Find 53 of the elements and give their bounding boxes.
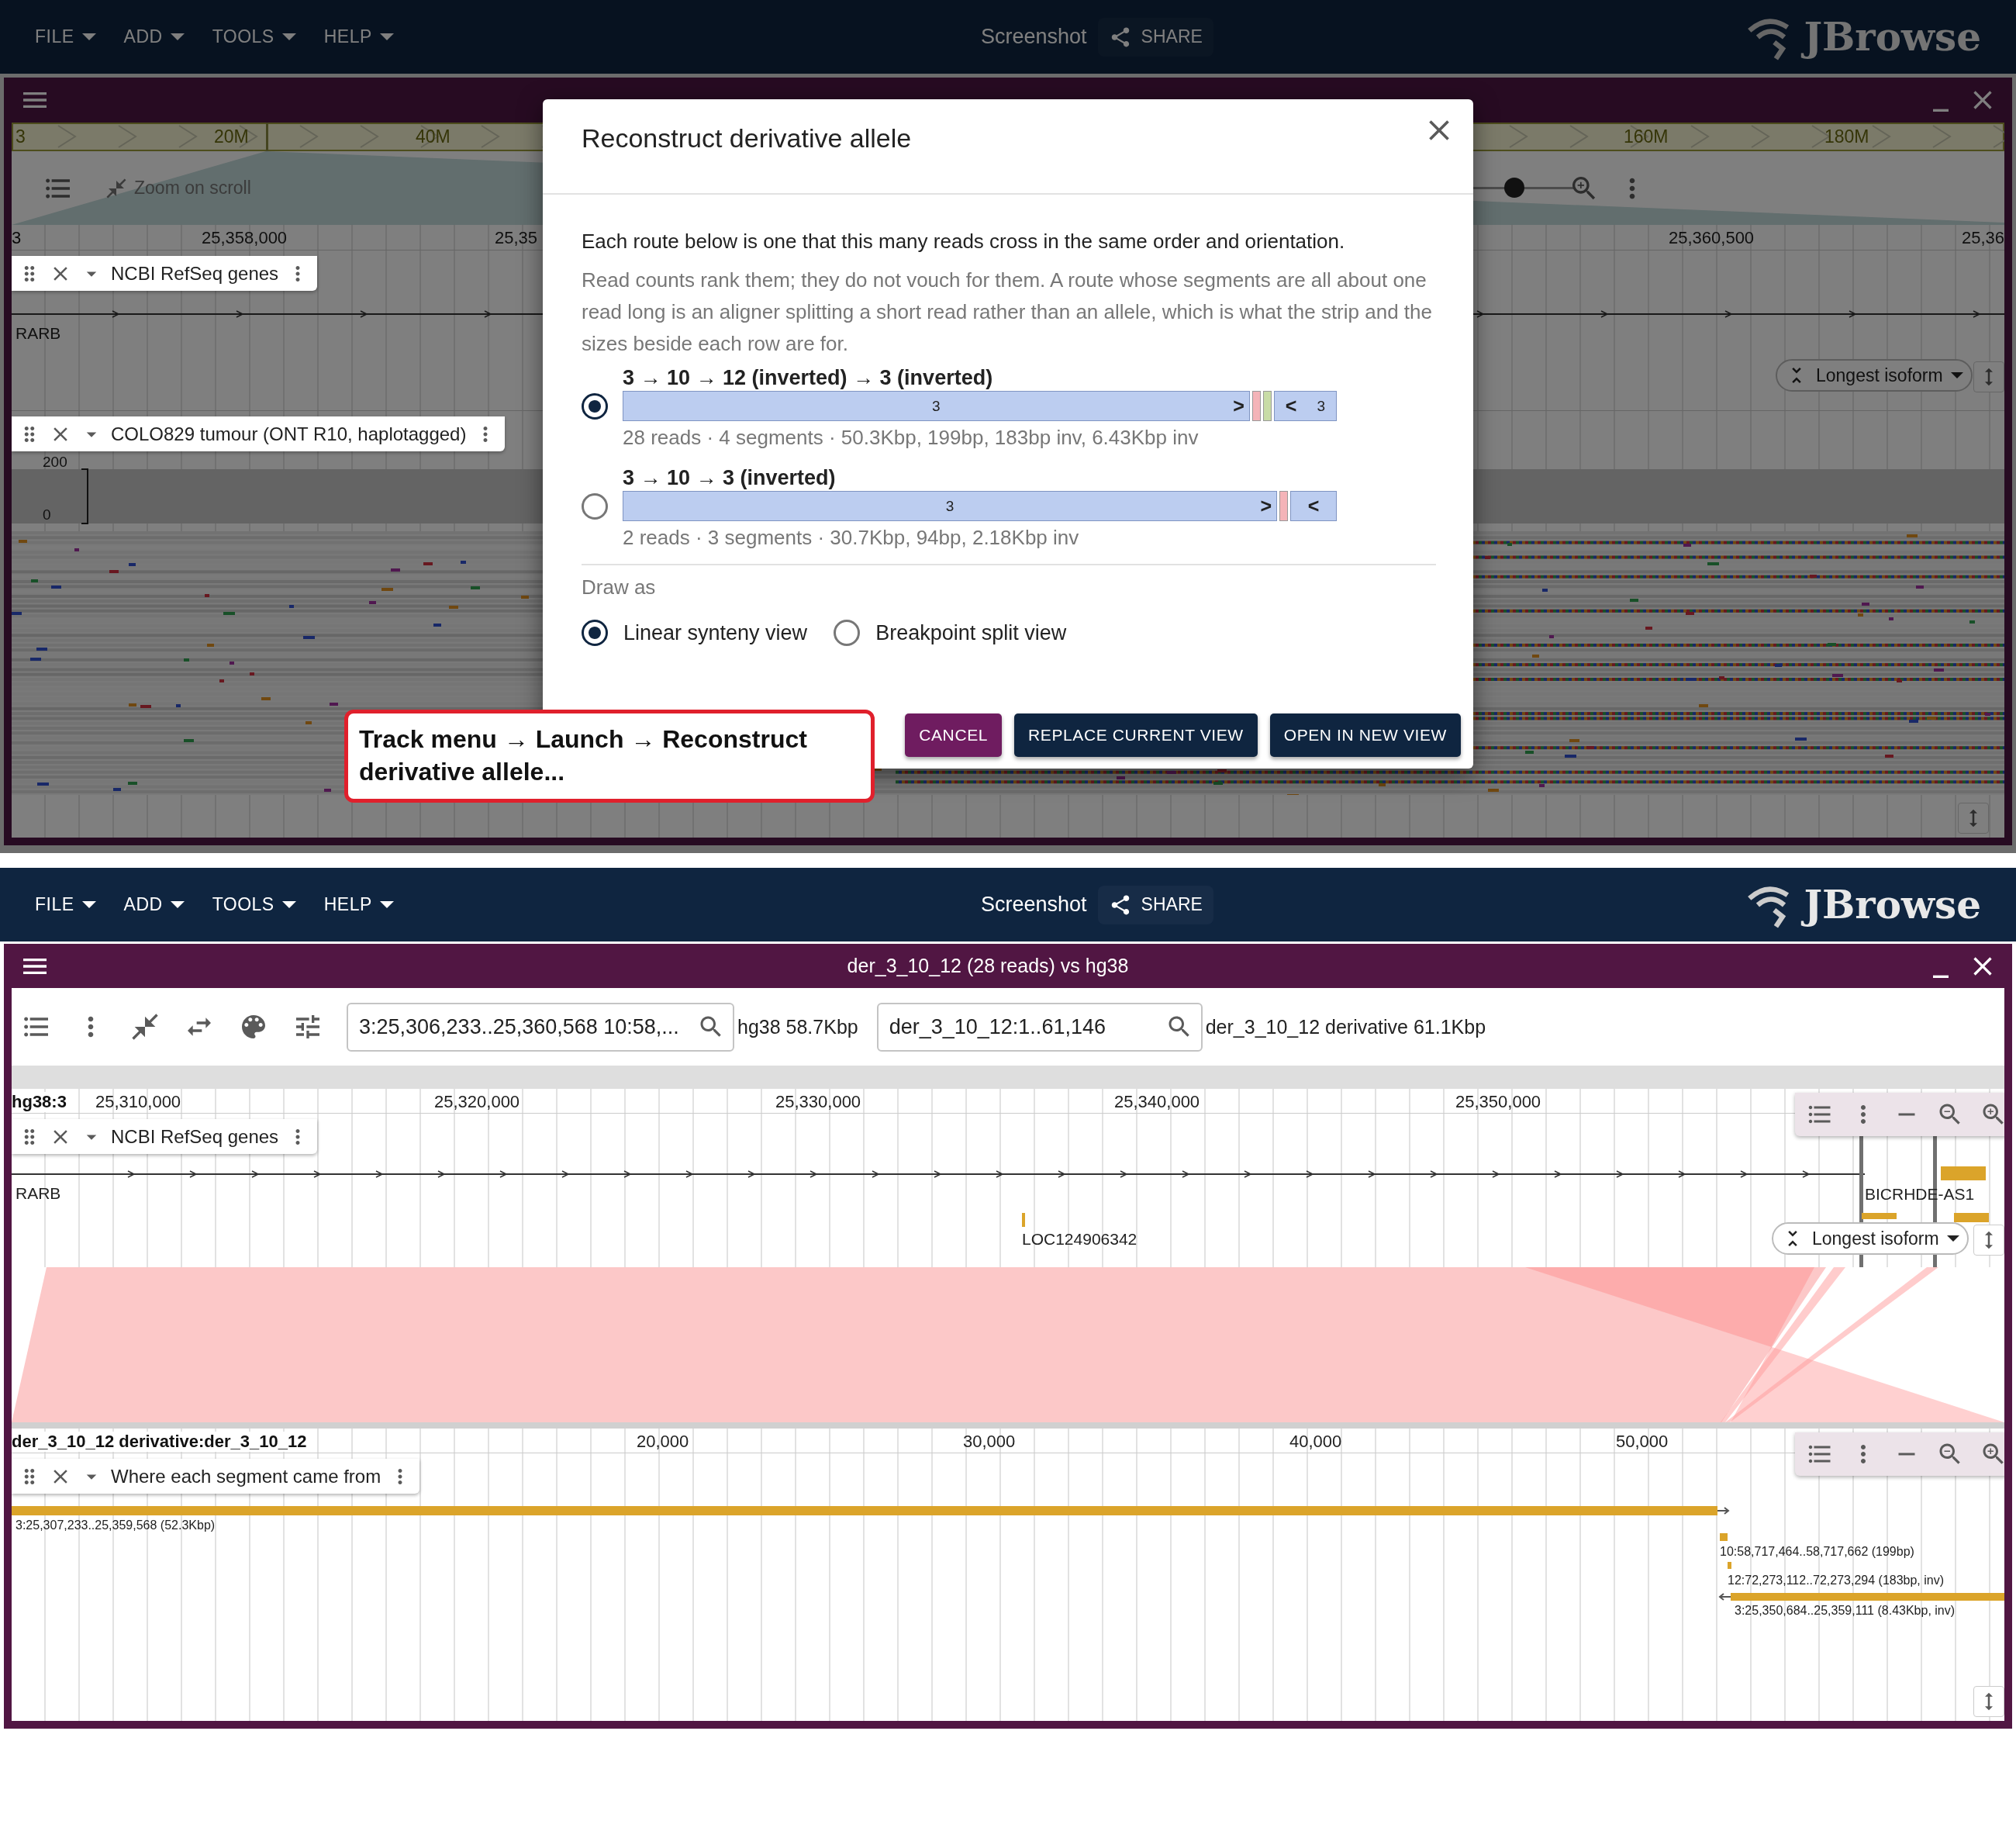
segment-label: 3: [932, 397, 941, 415]
ruler-tick-label: 25,350,000: [1455, 1092, 1541, 1112]
overview-label: 40M: [416, 126, 450, 147]
track-name: NCBI RefSeq genes: [111, 262, 279, 285]
track-name: COLO829 tumour (ONT R10, haplotagged): [111, 423, 467, 445]
track-name: Where each segment came from: [111, 1465, 381, 1487]
segment-label: 3: [1317, 397, 1325, 415]
screenshot-label: Screenshot: [981, 893, 1087, 917]
ruler-tick-label: 25,310,000: [95, 1092, 181, 1112]
instruction-callout: Track menu → Launch → Reconstruct derivative allele...: [344, 710, 875, 803]
ruler-tick-label: 25,360,500: [1669, 228, 1755, 248]
ruler-tick-label: 20,000: [637, 1432, 689, 1452]
direction-arrow: <: [1307, 495, 1320, 517]
route-title: 3 → 10 → 3 (inverted): [623, 465, 837, 491]
ruler-tick-label: 50,000: [1616, 1432, 1669, 1452]
segment-label: 10:58,717,464..58,717,662 (199bp): [1720, 1545, 1914, 1559]
scale-label: 0: [43, 506, 51, 523]
track-name: NCBI RefSeq genes: [111, 1125, 279, 1148]
route-title: 3 → 10 → 12 (inverted) → 3 (inverted): [623, 365, 994, 391]
gene-name: LOC124906342: [1022, 1230, 1137, 1249]
overview-label: 180M: [1824, 126, 1869, 147]
dialog-lead-text: Each route below is one that this many reads cross in the same order and orientation.: [582, 229, 1346, 254]
direction-arrow: >: [1260, 495, 1272, 517]
dialog-note-text: Read counts rank them; they do not vouch for them. A route whose segments are all about one read long is an aligner splitting a short read rather than an allele, which is what the strip and the sizes beside each row are for.: [582, 268, 1433, 357]
ruler-tick-label: 25,358,000: [202, 228, 288, 248]
ruler-tick-label: 40,000: [1289, 1432, 1342, 1452]
route-stats: 28 reads · 4 segments · 50.3Kbp, 199bp, 183bp inv, 6.43Kbp inv: [623, 425, 1200, 451]
segment-label: 12:72,273,112..72,273,294 (183bp, inv): [1728, 1574, 1945, 1588]
ruler-tick-label: 25,36: [1962, 228, 2004, 248]
segment-label: 3:25,307,233..25,359,568 (52.3Kbp): [16, 1518, 216, 1532]
scale-label: 200: [43, 454, 67, 471]
segment-label: 3: [945, 497, 954, 515]
overview-label: 160M: [1624, 126, 1669, 147]
chromosome-label: 3: [12, 228, 22, 248]
dialog-title: Reconstruct derivative allele: [582, 123, 913, 154]
ruler-tick-label: 25,330,000: [775, 1092, 861, 1112]
segment-label: 3:25,350,684..25,359,111 (8.43Kbp, inv): [1735, 1604, 1956, 1618]
view-title: der_3_10_12 (28 reads) vs hg38: [846, 955, 1130, 977]
overview-label: 3: [16, 126, 26, 147]
direction-arrow: >: [1233, 395, 1244, 417]
direction-arrow: <: [1285, 395, 1297, 417]
draw-as-label: Draw as: [582, 575, 657, 599]
route-stats: 2 reads · 3 segments · 30.7Kbp, 94bp, 2.18Kbp inv: [623, 525, 1080, 551]
ruler-tick-label: 30,000: [963, 1432, 1016, 1452]
overview-label: 20M: [214, 126, 249, 147]
gene-name: RARB: [16, 1184, 61, 1203]
gene-name: RARB: [16, 324, 61, 343]
assembly-label: hg38 58.7Kbp: [737, 1015, 858, 1038]
assembly-label: der_3_10_12 derivative 61.1Kbp: [1205, 1015, 1486, 1038]
ruler-tick-label: 25,35: [495, 228, 538, 248]
ruler-tick-label: 25,340,000: [1114, 1092, 1200, 1112]
screenshot-label: Screenshot: [981, 25, 1087, 49]
ruler-tick-label: 25,320,000: [434, 1092, 520, 1112]
